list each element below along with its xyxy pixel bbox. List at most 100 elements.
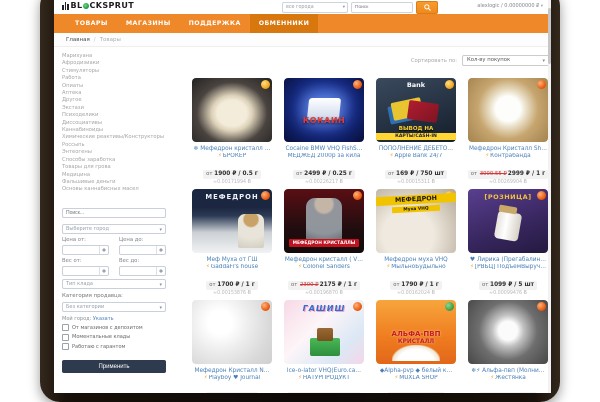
product-card[interactable]: ❄ Мефедрон кристалл … ⚡БРОКЕР от 1900 ₽ …	[188, 78, 276, 185]
site-logo[interactable]: BLCKSPRUT	[62, 1, 134, 10]
product-seller-link[interactable]: Colonel Sanders	[303, 264, 350, 270]
product-card[interactable]: АЛЬФА-ПВПКРИСТАЛЛ ◆Alpha-pvp ◆ белый к… …	[372, 300, 460, 393]
sidebar-category-link[interactable]: Психоделики	[62, 112, 170, 119]
logo-dot-icon	[83, 3, 89, 9]
sidebar-category-link[interactable]: Опиаты	[62, 83, 170, 90]
product-seller-link[interactable]: МЕДЖЕД 2000р за кила	[288, 153, 361, 159]
filter-city-select[interactable]: Выберите город	[62, 224, 166, 234]
seller-category-select[interactable]: Без категории	[62, 302, 166, 312]
site-header: BLCKSPRUT все города alexlogic / 0.00000…	[54, 0, 551, 14]
product-title-link[interactable]: ◆Alpha-pvp ◆ белый к…	[372, 367, 460, 375]
sidebar-category-link[interactable]: Стимуляторы	[62, 68, 170, 75]
product-seller-link[interactable]: БРОКЕР	[223, 153, 246, 159]
product-image: BankВЫВОД НАКАРТЫ/CASH-IN	[376, 78, 456, 142]
price-to-input[interactable]	[119, 245, 166, 255]
product-title-link[interactable]: Мефедрон кристалл ( V…	[280, 256, 368, 264]
stepper-arrows-icon[interactable]	[99, 267, 108, 275]
product-title-link[interactable]: ❄⚡ Альфа-пвп (Молни…	[464, 367, 551, 375]
product-seller-link[interactable]: Playboy ♥ Journal	[209, 375, 261, 381]
sidebar-category-link[interactable]: Афродизиаки	[62, 60, 170, 67]
product-seller-row: ⚡БРОКЕР	[188, 153, 276, 161]
sidebar-category-link[interactable]: Каннабиноиды	[62, 127, 170, 134]
product-title-link[interactable]: ПОПОЛНЕНИЕ ДЕБЕТО…	[372, 145, 460, 153]
product-title-link[interactable]: Мефедрон Кристалл Sh…	[464, 145, 551, 153]
sidebar-category-link[interactable]: Основы каннабисных масел	[62, 186, 170, 193]
apply-filters-button[interactable]: Применить	[62, 360, 166, 373]
product-seller-link[interactable]: MUXLA SHOP	[399, 375, 437, 381]
breadcrumb-home-link[interactable]: Главная	[66, 37, 90, 43]
filter-checkbox[interactable]: Моментальные клады	[62, 334, 166, 341]
product-price: от 2400 ₽ / 1 г	[206, 392, 257, 394]
sidebar-category-link[interactable]: Марихуана	[62, 53, 170, 60]
product-seller-link[interactable]: Контрабанда	[490, 153, 531, 159]
product-card[interactable]: КОКАИН Cocaine BMW VHQ FishS… МЕДЖЕД 200…	[280, 78, 368, 185]
filter-checkbox[interactable]: Работаю с гарантом	[62, 343, 166, 350]
product-title-link[interactable]: Мефедрон Кристалл N…	[188, 367, 276, 375]
product-title-link[interactable]: ❄ Мефедрон кристалл …	[188, 145, 276, 153]
product-seller-link[interactable]: МыльноБудыльно	[391, 264, 446, 270]
sidebar-category-link[interactable]: Работа	[62, 75, 170, 82]
filter-search-input[interactable]	[62, 208, 166, 218]
product-title-link[interactable]: ♥ Лирика (Прегабалин…	[464, 256, 551, 264]
stepper-arrows-icon[interactable]	[99, 246, 108, 254]
lightning-icon: ⚡	[394, 375, 398, 381]
nav-item[interactable]: ПОДДЕРЖКА	[180, 14, 250, 33]
search-button[interactable]	[416, 1, 438, 14]
product-image: КОКАИН	[284, 78, 364, 142]
breadcrumb: Главная / Товары	[54, 33, 551, 47]
nav-item[interactable]: ТОВАРЫ	[66, 14, 117, 33]
product-seller-link[interactable]: НАТУРПРОДУКТ	[303, 375, 350, 381]
sidebar-category-link[interactable]: Энтеогены	[62, 149, 170, 156]
product-title-link[interactable]: Мефедрон муха VHQ	[372, 256, 460, 264]
sidebar-category-link[interactable]: Способы заработка	[62, 157, 170, 164]
city-select[interactable]: все города	[282, 2, 348, 13]
sidebar-category-link[interactable]: Медицина	[62, 172, 170, 179]
stash-type-select[interactable]: Тип клада	[62, 279, 166, 289]
nav-item[interactable]: МАГАЗИНЫ	[117, 14, 180, 33]
sidebar-category-link[interactable]: Фальшивые деньги	[62, 179, 170, 186]
checkbox-label: Моментальные клады	[72, 334, 130, 340]
product-card[interactable]: ГАШИШ Ice-o-lator VHQ(Euro.ca… ⚡НАТУРПРО…	[280, 300, 368, 393]
product-title-link[interactable]: Cocaine BMW VHQ FishS…	[280, 145, 368, 153]
sidebar-category-link[interactable]: Диссоциативы	[62, 120, 170, 127]
product-card[interactable]: BankВЫВОД НАКАРТЫ/CASH-IN ПОПОЛНЕНИЕ ДЕБ…	[372, 78, 460, 185]
product-card[interactable]: МЕФЕДРОНМуха VHQ Мефедрон муха VHQ ⚡Мыль…	[372, 189, 460, 296]
product-card[interactable]: [РОЗНИЦА] ♥ Лирика (Прегабалин… ⚡[РВБЦ] …	[464, 189, 551, 296]
product-card[interactable]: ❄⚡ Альфа-пвп (Молни… ⚡Жестянка от 1200 ₽…	[464, 300, 551, 393]
product-new-price: 1790 ₽ / 1 г	[401, 282, 438, 288]
product-seller-link[interactable]: [РВБЦ] ПодъёмВыруч…	[475, 264, 546, 270]
product-card[interactable]: МЕФЕДРОН КРИСТАЛЛЫ Мефедрон кристалл ( V…	[280, 189, 368, 296]
product-card[interactable]: МЕФЕДРОН Меф Муха от ГШ ⚡GaddaFi's house…	[188, 189, 276, 296]
scrollbar[interactable]	[548, 0, 551, 393]
scrollbar-thumb[interactable]	[548, 8, 551, 64]
stepper-arrows-icon[interactable]	[156, 246, 165, 254]
sidebar-category-link[interactable]: Другое	[62, 97, 170, 104]
product-card[interactable]: Мефедрон Кристалл Sh… ⚡Контрабанда от 30…	[464, 78, 551, 185]
product-seller-link[interactable]: Apple Bank 24/7	[395, 153, 443, 159]
sidebar-category-link[interactable]: Химические реактивы/Конструкторы	[62, 134, 170, 141]
product-title-link[interactable]: Ice-o-lator VHQ(Euro.ca…	[280, 367, 368, 375]
search-icon	[424, 4, 431, 11]
product-price: от 2300 ₽2175 ₽ / 1 г	[288, 281, 360, 290]
product-image	[192, 300, 272, 364]
my-city-link[interactable]: Указать	[93, 316, 114, 322]
product-card[interactable]: Мефедрон Кристалл N… ⚡Playboy ♥ Journal …	[188, 300, 276, 393]
product-seller-link[interactable]: Жестянка	[495, 375, 526, 381]
product-seller-link[interactable]: GaddaFi's house	[211, 264, 258, 270]
stepper-arrows-icon[interactable]	[156, 267, 165, 275]
filter-checkbox[interactable]: От магазинов с депозитом	[62, 324, 166, 331]
sidebar-category-link[interactable]: Товары для грова	[62, 164, 170, 171]
weight-to-input[interactable]	[119, 266, 166, 276]
price-from-input[interactable]	[62, 245, 109, 255]
search-input[interactable]	[351, 2, 413, 13]
weight-from-input[interactable]	[62, 266, 109, 276]
image-overlay-text: МЕФЕДРОН	[192, 193, 272, 201]
sidebar-category-link[interactable]: Россыпь	[62, 142, 170, 149]
sort-select[interactable]: Кол-ву покупок	[462, 55, 550, 66]
nav-item[interactable]: ОБМЕННИКИ	[250, 14, 319, 33]
sidebar-category-link[interactable]: Экстази	[62, 105, 170, 112]
product-price: от 1099 ₽ / 5 шт	[479, 281, 537, 290]
sidebar-category-link[interactable]: Аптека	[62, 90, 170, 97]
product-title-link[interactable]: Меф Муха от ГШ	[188, 256, 276, 264]
account-menu[interactable]: alexlogic / 0.00000000 ₽	[477, 3, 543, 9]
